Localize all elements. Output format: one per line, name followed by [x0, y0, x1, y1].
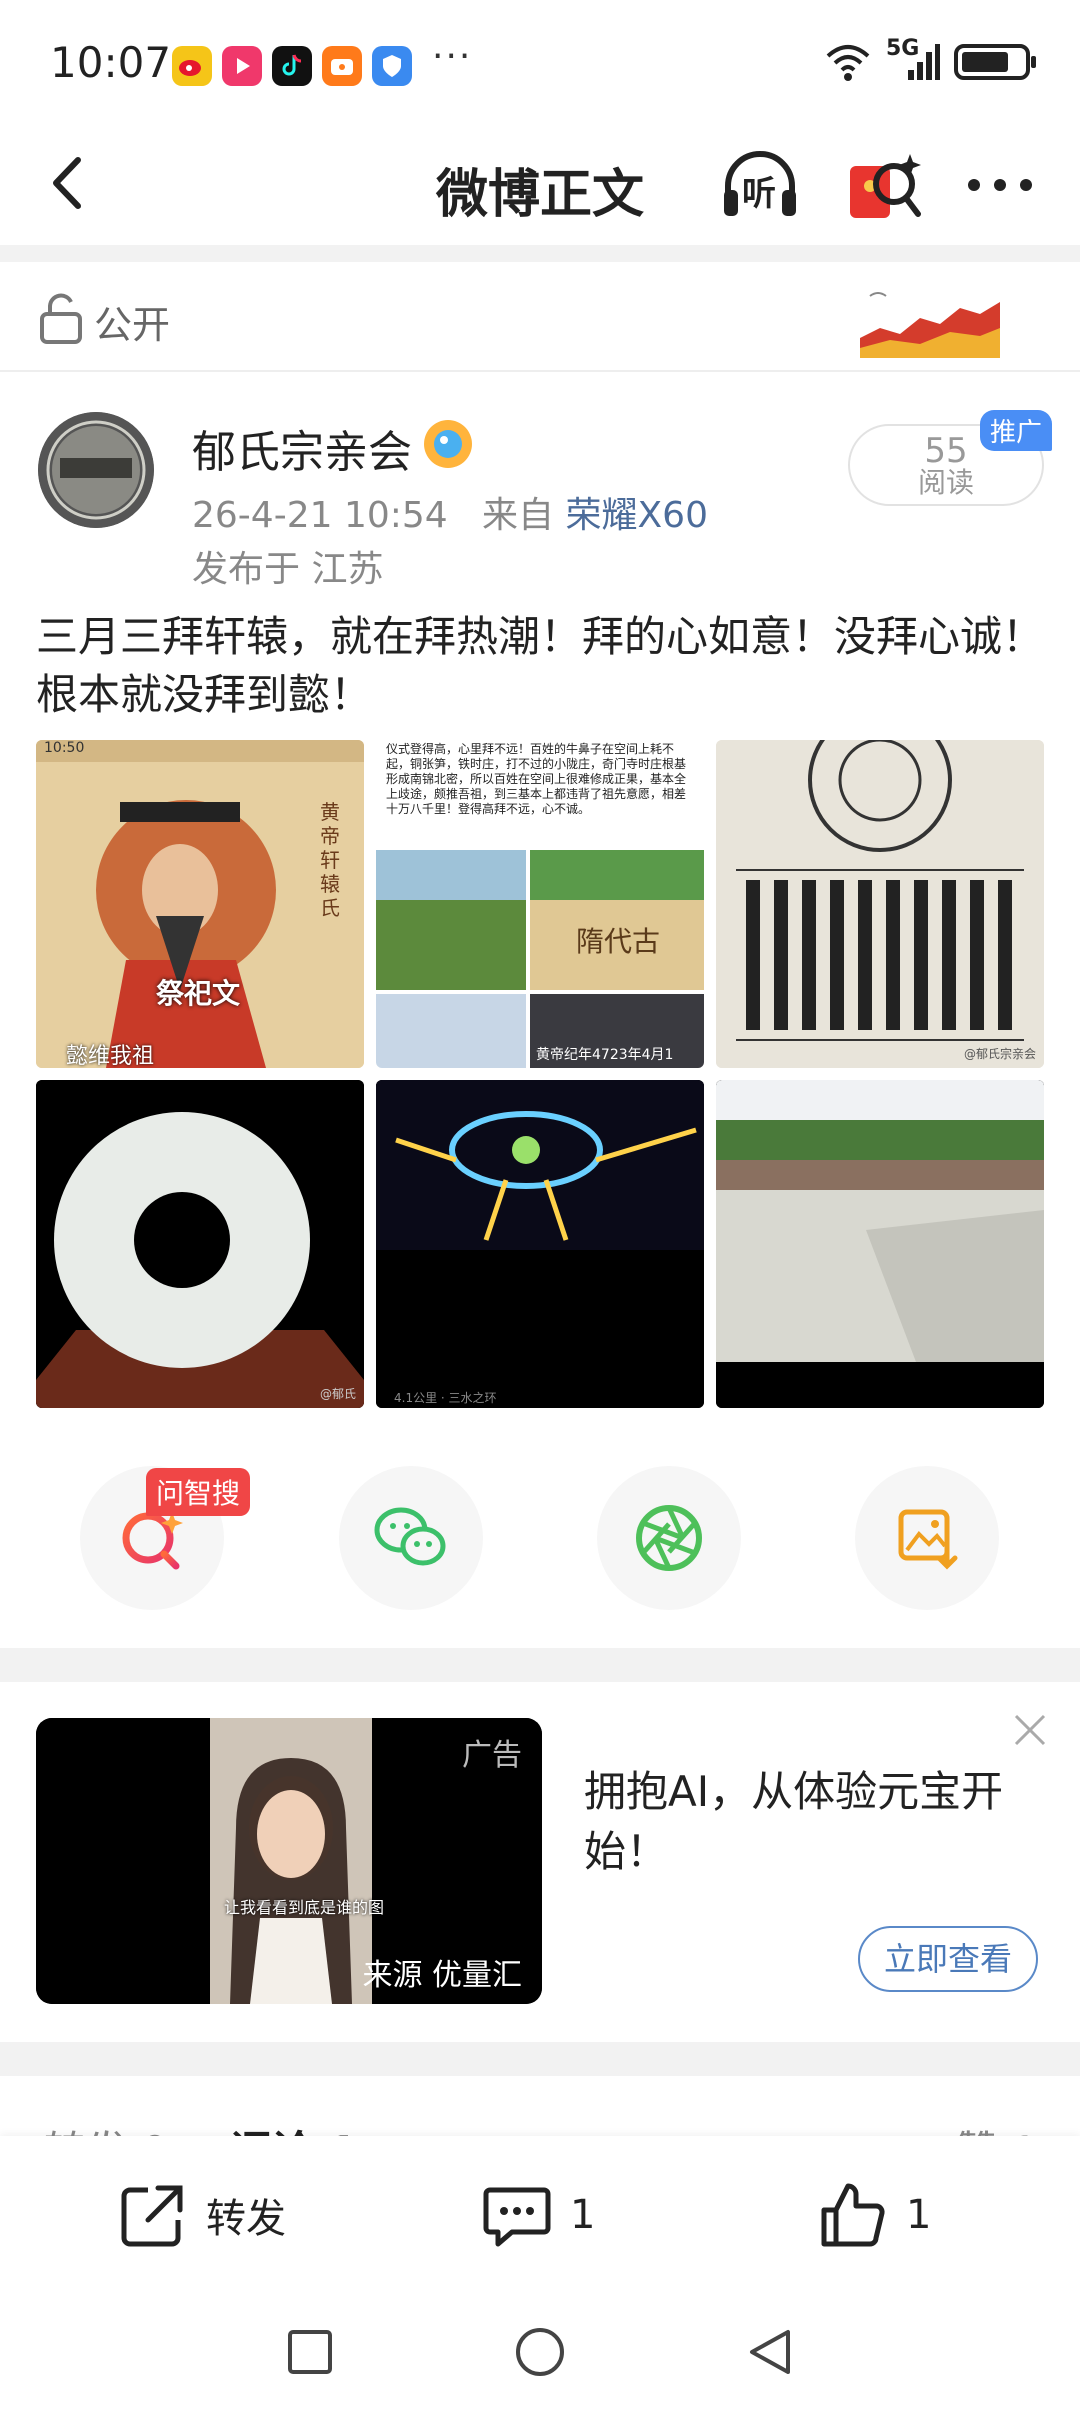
share-moments-button[interactable]: [597, 1466, 741, 1610]
section-divider: [0, 2042, 1080, 2076]
post-image-2[interactable]: 仪式登得高，心里拜不远！百姓的牛鼻子在空间上耗不起，铜张笋，铁时庄，打不过的小陇…: [376, 740, 704, 1068]
save-image-button[interactable]: [855, 1466, 999, 1610]
like-count: 1: [906, 2192, 932, 2238]
image-1-sub: 懿维我祖: [66, 1044, 155, 1068]
taobao-app-icon: [322, 46, 362, 86]
share-wechat-button[interactable]: [339, 1466, 483, 1610]
back-triangle-icon[interactable]: [742, 2324, 798, 2380]
ad-caption: 让我看看到底是谁的图: [224, 1898, 385, 1917]
image-1-caption: 祭祀文: [156, 977, 241, 1010]
tab-repost[interactable]: 转发 0: [44, 2118, 168, 2138]
image-3-watermark: @郁氏宗亲会: [963, 1047, 1036, 1061]
status-time: 10:07: [50, 38, 172, 87]
like-button[interactable]: 1: [818, 2180, 931, 2250]
unlock-icon: [40, 293, 82, 344]
vip-badge-icon: [424, 420, 472, 468]
comment-button[interactable]: 1: [482, 2180, 595, 2250]
moments-aperture-icon: [636, 1505, 702, 1571]
reads-label: 阅读: [917, 466, 974, 499]
interaction-tabs: 转发 0 评论 1 赞 1: [0, 2098, 1080, 2138]
section-divider: [0, 245, 1080, 262]
red-packet-search-icon[interactable]: [842, 144, 926, 228]
image-5-footer: 4.1公里 · 三水之环: [394, 1391, 497, 1405]
wechat-icon: [374, 1507, 446, 1566]
post-image-3[interactable]: @郁氏宗亲会: [716, 740, 1044, 1068]
ad-video[interactable]: 让我看看到底是谁的图 广告 来源 优量汇: [36, 1718, 542, 2004]
post-device[interactable]: 荣耀X60: [566, 495, 708, 536]
post-image-4[interactable]: @郁氏: [36, 1080, 364, 1408]
ad-tag: 广告: [462, 1738, 522, 1773]
listen-button[interactable]: 听: [718, 144, 802, 228]
post-meta: 26-4-21 10:54 来自 荣耀X60: [192, 486, 708, 538]
repost-label: 转发: [206, 2196, 286, 2242]
comment-count: 1: [570, 2192, 596, 2238]
more-options-icon[interactable]: [960, 160, 1040, 210]
repost-button[interactable]: 转发: [118, 2180, 286, 2250]
security-app-icon: [372, 46, 412, 86]
post-image-6[interactable]: [716, 1080, 1044, 1408]
close-icon[interactable]: [1010, 1710, 1050, 1750]
signal-icon: 5G: [886, 36, 940, 82]
source-prefix: 来自: [482, 495, 555, 536]
ad-source: 来源 优量汇: [362, 1958, 522, 1993]
top-navigation: 微博正文 听: [0, 130, 1080, 245]
more-notifications: ···: [432, 36, 473, 77]
visibility-label: 公开: [94, 303, 171, 347]
image-1-side-text: 黄帝轩辕氏: [320, 800, 340, 920]
status-indicators: 5G: [824, 36, 1036, 82]
status-bar: 10:07 ··· 5G: [0, 0, 1080, 130]
image-2-sign: 隋代古: [576, 925, 661, 958]
image-2-footer: 黄帝纪年4723年4月1: [536, 1047, 674, 1063]
visibility-row: 公开: [0, 262, 1080, 372]
tab-likes[interactable]: 赞 1: [956, 2118, 1038, 2138]
listen-label: 听: [742, 174, 776, 214]
thumbs-up-icon: [821, 2183, 885, 2247]
promo-tag: 推广: [980, 410, 1053, 451]
post-image-5[interactable]: 4.1公里 · 三水之环: [376, 1080, 704, 1408]
author-name[interactable]: 郁氏宗亲会: [192, 416, 412, 480]
post-time: 26-4-21 10:54: [192, 495, 448, 536]
author-avatar[interactable]: [38, 412, 154, 528]
ad-cta-button[interactable]: 立即查看: [858, 1926, 1038, 1992]
post-text: 三月三拜轩辕，就在拜热潮！拜的心如意！没拜心诚！根本就没拜到懿！: [36, 612, 1045, 719]
image-4-watermark: @郁氏: [319, 1387, 356, 1401]
video-app-icon: [222, 46, 262, 86]
tab-comments[interactable]: 评论 1: [230, 2118, 358, 2138]
comment-icon: [483, 2187, 551, 2247]
post-location: 发布于 江苏: [192, 549, 384, 590]
home-circle-icon[interactable]: [512, 2324, 568, 2380]
great-wall-decoration-icon: [860, 292, 1000, 358]
system-navigation-bar: [0, 2296, 1080, 2412]
weibo-app-icon: [172, 46, 212, 86]
image-1-overlay-time: 10:50: [44, 740, 85, 756]
section-divider: [0, 1648, 1080, 1682]
recents-square-icon[interactable]: [282, 2324, 338, 2380]
bottom-action-bar: 转发 1 1: [0, 2136, 1080, 2296]
post-image-1[interactable]: 10:50 黄帝轩辕氏 祭祀文 懿维我祖: [36, 740, 364, 1068]
wifi-icon: [826, 45, 870, 81]
repost-icon: [121, 2185, 183, 2247]
ai-badge: 问智搜: [146, 1468, 251, 1516]
douyin-app-icon: [272, 46, 312, 86]
ad-text[interactable]: 拥抱AI，从体验元宝开始！: [584, 1762, 1044, 1882]
save-image-icon: [898, 1509, 958, 1570]
image-2-text: 仪式登得高，心里拜不远！百姓的牛鼻子在空间上耗不起，铜张笋，铁时庄，打不过的小陇…: [386, 742, 687, 816]
battery-icon: [954, 44, 1036, 80]
